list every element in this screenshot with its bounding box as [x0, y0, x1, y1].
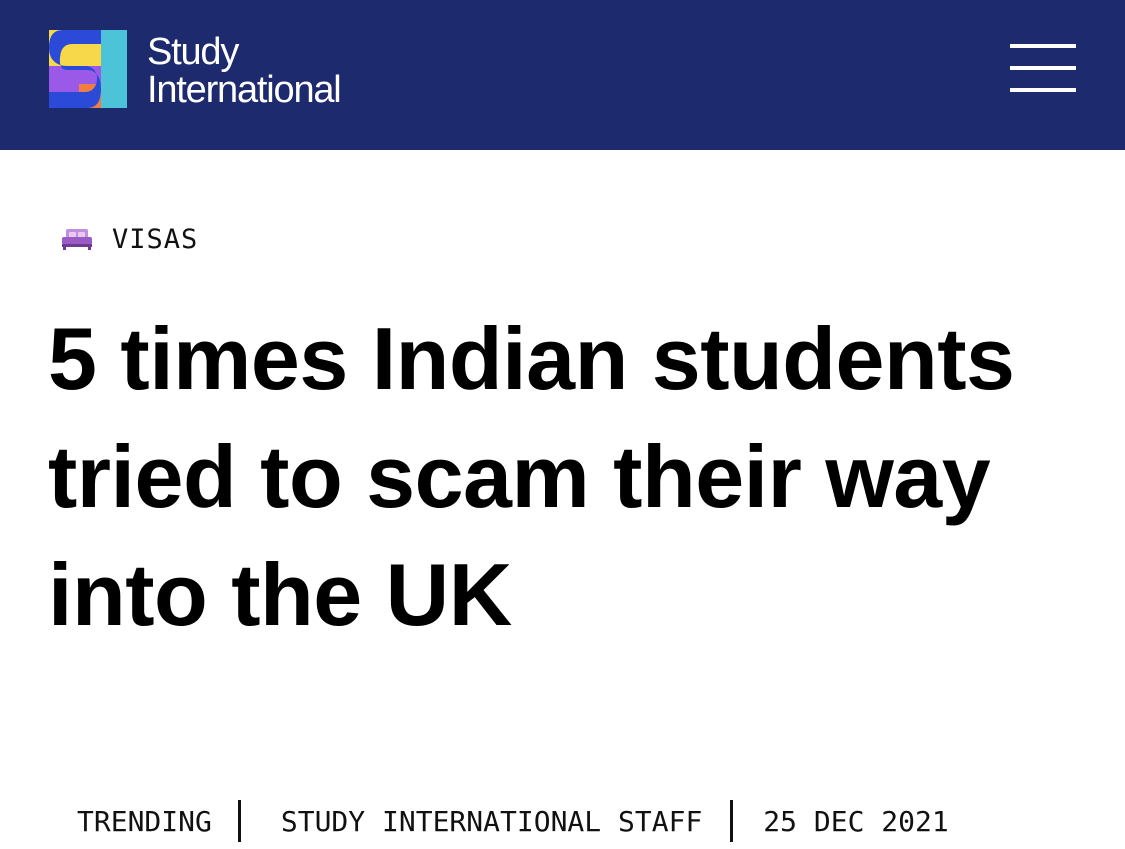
bed-icon	[62, 229, 92, 250]
hamburger-menu-icon[interactable]	[1008, 44, 1078, 92]
meta-author[interactable]: STUDY INTERNATIONAL STAFF	[281, 805, 702, 838]
meta-section[interactable]: TRENDING	[77, 805, 212, 838]
headline-line: into the UK	[48, 545, 512, 644]
category-label: VISAS	[112, 223, 199, 255]
article-headline: 5 times Indian students tried to scam th…	[48, 300, 1098, 654]
headline-line: tried to scam their way	[48, 427, 991, 526]
menu-bar	[1010, 88, 1076, 92]
meta-divider	[237, 800, 241, 842]
meta-date: 25 DEC 2021	[763, 804, 949, 838]
brand-line-international: International	[147, 69, 342, 111]
menu-bar	[1010, 66, 1076, 70]
brand-line-study: Study	[147, 31, 239, 73]
study-international-logo[interactable]	[49, 30, 127, 108]
headline-line: 5 times Indian students	[48, 309, 1015, 408]
article-meta: TRENDING STUDY INTERNATIONAL STAFF 25 DE…	[77, 798, 949, 844]
menu-bar	[1010, 44, 1076, 48]
meta-divider	[730, 800, 734, 842]
site-header: Study International	[0, 0, 1125, 150]
brand-name[interactable]: Study International	[147, 31, 342, 111]
category-tag[interactable]: VISAS	[60, 222, 198, 256]
